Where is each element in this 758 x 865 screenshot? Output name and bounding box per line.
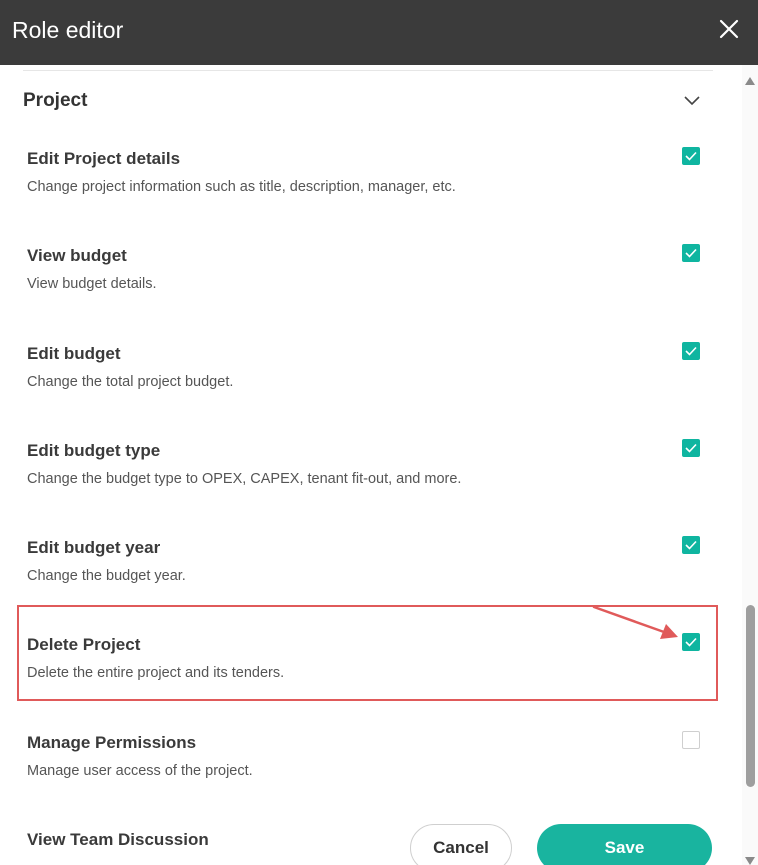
scrollbar-thumb[interactable]: [746, 605, 755, 787]
permission-title: Edit Project details: [27, 149, 181, 168]
permission-checkbox[interactable]: [682, 731, 700, 749]
permission-checkbox[interactable]: [682, 342, 700, 360]
permission-description: Delete the entire project and its tender…: [27, 665, 285, 681]
cancel-button[interactable]: Cancel: [410, 824, 512, 865]
permission-checkbox[interactable]: [682, 244, 700, 262]
close-icon[interactable]: [718, 18, 740, 40]
section-title: Project: [23, 90, 88, 111]
permission-row: Edit budget type Change the budget type …: [27, 440, 707, 489]
permission-description: Change project information such as title…: [27, 179, 456, 195]
chevron-down-icon[interactable]: [682, 94, 702, 106]
save-button[interactable]: Save: [537, 824, 712, 865]
permission-description: Change the budget type to OPEX, CAPEX, t…: [27, 471, 462, 487]
permission-row: Edit budget year Change the budget year.: [27, 537, 707, 586]
permission-checkbox[interactable]: [682, 536, 700, 554]
scroll-up-icon[interactable]: [745, 72, 755, 85]
dialog-header: Role editor: [0, 0, 758, 65]
permission-row: View budget View budget details.: [27, 245, 707, 294]
permission-checkbox[interactable]: [682, 147, 700, 165]
permission-description: Manage user access of the project.: [27, 763, 253, 779]
permission-title: Manage Permissions: [27, 733, 197, 752]
scrollbar[interactable]: [742, 65, 758, 865]
permission-title: Edit budget year: [27, 538, 161, 557]
permission-description: View budget details.: [27, 276, 157, 292]
permission-title: Edit budget type: [27, 441, 161, 460]
permission-checkbox[interactable]: [682, 439, 700, 457]
permission-title: Delete Project: [27, 635, 141, 654]
scroll-down-icon[interactable]: [745, 852, 755, 865]
permission-description: Change the budget year.: [27, 568, 186, 584]
permission-title: Edit budget: [27, 344, 121, 363]
dialog-content: Project Edit Project details Change proj…: [0, 65, 742, 865]
dialog-title: Role editor: [12, 17, 124, 43]
permission-row: Edit Project details Change project info…: [27, 148, 707, 197]
permission-title: View budget: [27, 246, 127, 265]
permission-checkbox[interactable]: [682, 633, 700, 651]
permission-row: Manage Permissions Manage user access of…: [27, 732, 707, 781]
divider: [23, 70, 713, 71]
permission-description: Change the total project budget.: [27, 374, 234, 390]
permission-row: Delete Project Delete the entire project…: [27, 634, 707, 683]
permission-row: Edit budget Change the total project bud…: [27, 343, 707, 392]
